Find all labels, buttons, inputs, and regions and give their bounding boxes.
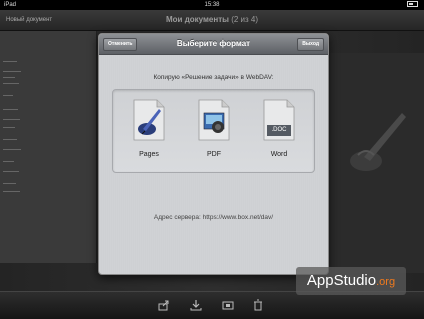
format-options: Pages PDF .DOC Word — [112, 89, 315, 173]
format-pdf-option[interactable]: PDF — [188, 99, 240, 169]
format-word-option[interactable]: .DOC Word — [253, 99, 305, 169]
nav-bar: Новый документ Мои документы (2 из 4) — [0, 10, 424, 31]
word-icon — [263, 99, 295, 141]
page-title: Мои документы (2 из 4) — [0, 10, 424, 30]
watermark-logo: AppStudio.org — [296, 267, 406, 295]
share-icon[interactable] — [158, 299, 170, 311]
download-icon[interactable] — [190, 299, 202, 311]
doc-badge: .DOC — [271, 127, 287, 133]
format-label: Pages — [139, 151, 159, 158]
server-address: Адрес сервера: https://www.box.net/dav/ — [153, 214, 274, 221]
battery-icon — [405, 0, 418, 10]
title-counter: (2 из 4) — [231, 15, 258, 24]
pages-icon — [133, 99, 165, 141]
quill-icon — [350, 113, 406, 171]
trash-icon[interactable] — [252, 299, 264, 311]
cancel-button[interactable]: Отменить — [103, 38, 138, 51]
format-label: Word — [270, 151, 288, 158]
document-preview-left[interactable] — [0, 31, 97, 263]
bottom-toolbar — [0, 291, 424, 319]
watermark-tld: .org — [376, 276, 396, 288]
watermark-text: AppStudio — [306, 272, 377, 289]
clock: 15:38 — [204, 2, 220, 8]
copy-icon[interactable] — [222, 299, 234, 311]
format-dialog: Выберите формат Отменить Выход Копирую «… — [98, 33, 329, 275]
copy-status-text: Копирую «Решение задачи» в WebDAV: — [153, 74, 274, 81]
format-pages-option[interactable]: Pages — [123, 99, 175, 169]
status-bar: iPad 15:38 — [0, 0, 424, 10]
title-text: Мои документы — [166, 15, 229, 24]
exit-button[interactable]: Выход — [297, 38, 324, 51]
format-label: PDF — [207, 151, 221, 158]
pdf-icon — [198, 99, 230, 141]
dialog-header: Выберите формат Отменить Выход — [99, 34, 328, 55]
